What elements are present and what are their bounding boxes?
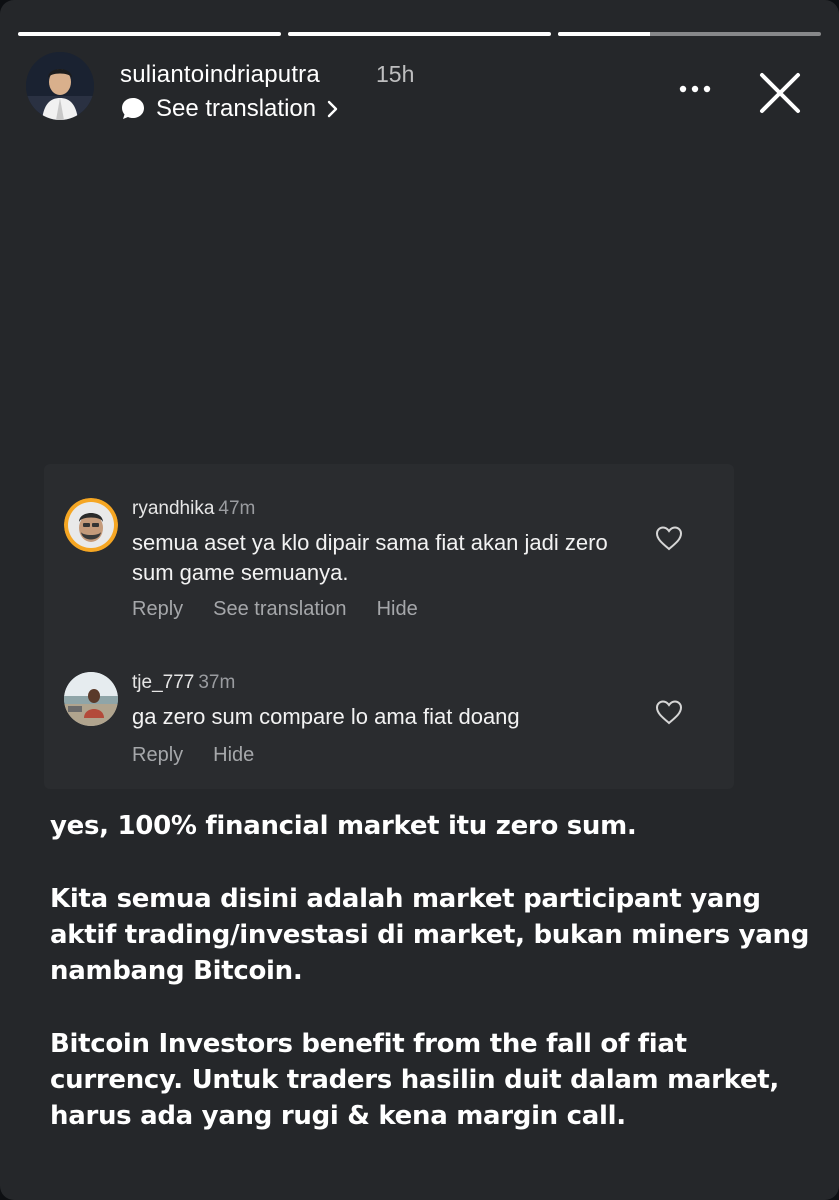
heart-icon[interactable] — [654, 524, 684, 552]
close-icon — [760, 73, 800, 113]
see-translation-label: See translation — [156, 95, 317, 122]
progress-fill — [558, 32, 651, 36]
comment-time: 37m — [198, 672, 236, 693]
more-options-button[interactable] — [675, 74, 715, 104]
commenter-avatar[interactable] — [64, 672, 118, 726]
see-translation-button[interactable]: See translation — [213, 598, 346, 621]
caption-paragraph: Kita semua disini adalah market particip… — [50, 884, 810, 986]
comment-text: semua aset ya klo dipair sama fiat akan … — [132, 530, 608, 585]
progress-segment — [558, 32, 821, 36]
story-username[interactable]: suliantoindriaputra — [120, 61, 320, 89]
comment-time: 47m — [218, 498, 256, 519]
progress-segment — [18, 32, 281, 36]
comment-actions: Reply See translation Hide — [132, 598, 418, 621]
progress-segment — [288, 32, 551, 36]
comment-username[interactable]: ryandhika 47m — [132, 498, 255, 520]
progress-fill — [18, 32, 281, 36]
hide-button[interactable]: Hide — [377, 598, 418, 621]
story-caption: yes, 100% financial market itu zero sum.… — [50, 808, 810, 1171]
comment-actions: Reply Hide — [132, 744, 254, 767]
chevron-right-icon — [327, 100, 338, 118]
story-header: suliantoindriaputra 15h See translation — [26, 52, 821, 124]
see-translation-link[interactable]: See translation — [120, 94, 340, 124]
shared-comments-card: ryandhika 47m semua aset ya klo dipair sa… — [44, 464, 734, 789]
reply-button[interactable]: Reply — [132, 598, 183, 621]
heart-icon[interactable] — [654, 698, 684, 726]
comment-username-text[interactable]: tje_777 — [132, 672, 194, 693]
more-horizontal-icon — [679, 85, 711, 93]
comment-text: ga zero sum compare lo ama fiat doang — [132, 704, 520, 729]
comment-item: ryandhika 47m semua aset ya klo dipair sa… — [64, 498, 714, 628]
close-button[interactable] — [757, 70, 803, 116]
comment-username-text[interactable]: ryandhika — [132, 498, 214, 519]
caption-paragraph: Bitcoin Investors benefit from the fall … — [50, 1029, 779, 1131]
profile-avatar[interactable] — [26, 52, 94, 120]
comment-item: tje_777 37m ga zero sum compare lo ama fi… — [64, 672, 714, 772]
profile-photo-icon — [26, 52, 94, 120]
commenter-photo-icon — [64, 498, 118, 552]
caption-paragraph: yes, 100% financial market itu zero sum. — [50, 811, 637, 841]
commenter-avatar[interactable] — [64, 498, 118, 552]
story-viewer[interactable]: suliantoindriaputra 15h See translation — [0, 0, 839, 1200]
story-time: 15h — [376, 61, 415, 87]
commenter-photo-icon — [64, 672, 118, 726]
hide-button[interactable]: Hide — [213, 744, 254, 767]
reply-button[interactable]: Reply — [132, 744, 183, 767]
comment-username[interactable]: tje_777 37m — [132, 672, 235, 694]
speech-bubble-icon — [122, 98, 144, 119]
progress-fill — [288, 32, 551, 36]
story-progress-bar — [18, 32, 821, 36]
